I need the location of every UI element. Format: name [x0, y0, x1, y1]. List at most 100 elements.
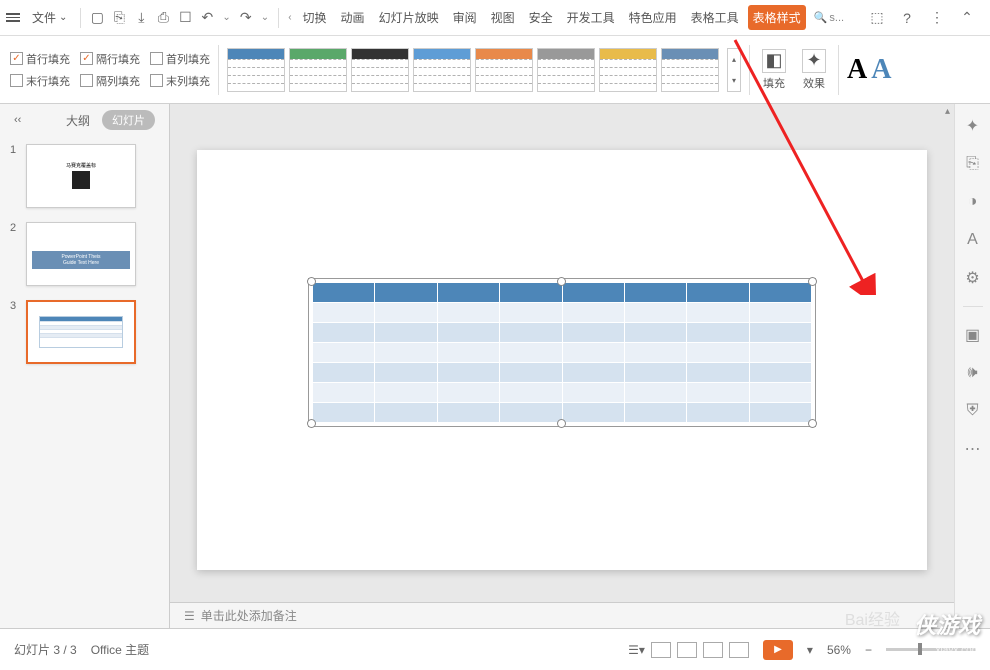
- tab-tablestyle[interactable]: 表格样式: [748, 5, 806, 30]
- search-box[interactable]: 🔍 s...: [814, 11, 844, 24]
- more-icon[interactable]: ⋮: [928, 9, 946, 27]
- rail-image-icon[interactable]: ▣: [963, 325, 983, 345]
- table-style-2[interactable]: [351, 48, 409, 92]
- open-icon[interactable]: ⎘: [110, 9, 128, 27]
- label: 隔行填充: [96, 51, 140, 67]
- tabs-prev[interactable]: ‹: [286, 12, 293, 23]
- check-last-col[interactable]: 末列填充: [150, 73, 210, 89]
- tab-devtools[interactable]: 开发工具: [562, 5, 620, 30]
- tab-special[interactable]: 特色应用: [624, 5, 682, 30]
- table-selection[interactable]: [312, 282, 812, 423]
- tab-view[interactable]: 视图: [486, 5, 520, 30]
- rail-settings-icon[interactable]: ⚙: [963, 268, 983, 288]
- rail-theme-icon[interactable]: ◑: [963, 192, 983, 212]
- check-alt-row[interactable]: ✓隔行填充: [80, 51, 140, 67]
- sorter-view[interactable]: [677, 642, 697, 658]
- table-style-gallery: [227, 48, 719, 92]
- notes-bar[interactable]: ☰ 单击此处添加备注: [170, 602, 954, 628]
- table-style-3[interactable]: [413, 48, 471, 92]
- view-buttons: ☰▾: [628, 642, 749, 658]
- slide-number: 3: [10, 300, 20, 364]
- rail-text-icon[interactable]: A: [963, 230, 983, 250]
- play-button[interactable]: ▶: [763, 640, 793, 660]
- slide-canvas[interactable]: [197, 150, 927, 570]
- wordart-preview[interactable]: A A: [838, 45, 899, 95]
- resize-handle[interactable]: [557, 277, 566, 286]
- slide-thumbnails: 1 马赛克覆盖标 2 PowerPoint TheisGuide Text He…: [0, 136, 169, 628]
- slide-number: 1: [10, 144, 20, 208]
- zoom-level[interactable]: 56%: [827, 643, 851, 657]
- undo-dropdown[interactable]: ⌄: [220, 12, 232, 23]
- redo-dropdown[interactable]: ⌄: [259, 12, 271, 23]
- scroll-up[interactable]: ▴: [170, 104, 954, 118]
- check-first-col[interactable]: 首列填充: [150, 51, 210, 67]
- tab-tabletools[interactable]: 表格工具: [686, 5, 744, 30]
- subtitle: Guide Text Here: [35, 260, 126, 266]
- print-icon[interactable]: ⎙: [154, 9, 172, 27]
- zoom-slider[interactable]: [886, 648, 976, 651]
- file-menu[interactable]: 文件: [26, 6, 73, 29]
- collapse-ribbon-icon[interactable]: ⌃: [958, 9, 976, 27]
- check-alt-col[interactable]: 隔列填充: [80, 73, 140, 89]
- fill-button[interactable]: ◧填充: [758, 49, 790, 91]
- notes-toggle-icon[interactable]: ☰▾: [628, 643, 645, 657]
- editor: ▴: [170, 104, 954, 628]
- tab-review[interactable]: 审阅: [448, 5, 482, 30]
- save-icon[interactable]: ⤓: [132, 9, 150, 27]
- label: 末行填充: [26, 73, 70, 89]
- redo-icon[interactable]: ↷: [237, 9, 255, 27]
- table-style-6[interactable]: [599, 48, 657, 92]
- preview-icon[interactable]: ☐: [176, 9, 194, 27]
- rail-shield-icon[interactable]: ⛨: [963, 401, 983, 421]
- table-style-5[interactable]: [537, 48, 595, 92]
- resize-handle[interactable]: [307, 277, 316, 286]
- slides-tab[interactable]: 幻灯片: [102, 110, 155, 130]
- resize-handle[interactable]: [557, 419, 566, 428]
- undo-icon[interactable]: ↶: [198, 9, 216, 27]
- table-style-1[interactable]: [289, 48, 347, 92]
- rail-sound-icon[interactable]: 🕪: [963, 363, 983, 383]
- rail-more-icon[interactable]: ⋯: [963, 439, 983, 459]
- check-first-row[interactable]: ✓首行填充: [10, 51, 70, 67]
- ribbon: ✓首行填充 ✓隔行填充 首列填充 末行填充 隔列填充 末列填充 ▴▾ ◧填充 ✦…: [0, 36, 990, 104]
- tab-transition[interactable]: 切换: [298, 5, 332, 30]
- panel-collapse[interactable]: ‹‹: [14, 114, 21, 126]
- right-rail: ✦ ⎘ ◑ A ⚙ ▣ 🕪 ⛨ ⋯: [954, 104, 990, 628]
- zoom-out[interactable]: −: [865, 643, 872, 657]
- resize-handle[interactable]: [808, 419, 817, 428]
- table-style-4[interactable]: [475, 48, 533, 92]
- rail-clone-icon[interactable]: ⎘: [963, 154, 983, 174]
- resize-handle[interactable]: [307, 419, 316, 428]
- resize-handle[interactable]: [808, 277, 817, 286]
- reading-view[interactable]: [703, 642, 723, 658]
- table-style-0[interactable]: [227, 48, 285, 92]
- new-icon[interactable]: ▢: [88, 9, 106, 27]
- outline-tab[interactable]: 大纲: [66, 112, 90, 129]
- check-last-row[interactable]: 末行填充: [10, 73, 70, 89]
- effect-icon: ✦: [802, 49, 826, 73]
- slideshow-view[interactable]: [729, 642, 749, 658]
- table-style-7[interactable]: [661, 48, 719, 92]
- hamburger-menu[interactable]: [6, 13, 20, 22]
- thumb-2[interactable]: 2 PowerPoint TheisGuide Text Here: [10, 222, 159, 286]
- notes-placeholder: 单击此处添加备注: [201, 607, 297, 624]
- thumb-1[interactable]: 1 马赛克覆盖标: [10, 144, 159, 208]
- separator: [80, 8, 81, 28]
- separator: [749, 45, 750, 95]
- window-icon[interactable]: ⬚: [868, 9, 886, 27]
- canvas[interactable]: [170, 118, 954, 602]
- bucket-icon: ◧: [762, 49, 786, 73]
- label: 首列填充: [166, 51, 210, 67]
- tab-security[interactable]: 安全: [524, 5, 558, 30]
- tab-animation[interactable]: 动画: [336, 5, 370, 30]
- gallery-more[interactable]: ▴▾: [727, 48, 741, 92]
- normal-view[interactable]: [651, 642, 671, 658]
- slide-table[interactable]: [312, 282, 812, 423]
- thumb-3[interactable]: 3: [10, 300, 159, 364]
- effect-button[interactable]: ✦效果: [798, 49, 830, 91]
- tab-slideshow[interactable]: 幻灯片放映: [374, 5, 444, 30]
- help-icon[interactable]: ?: [898, 9, 916, 27]
- notes-icon: ☰: [184, 609, 195, 623]
- rail-design-icon[interactable]: ✦: [963, 116, 983, 136]
- label: 末列填充: [166, 73, 210, 89]
